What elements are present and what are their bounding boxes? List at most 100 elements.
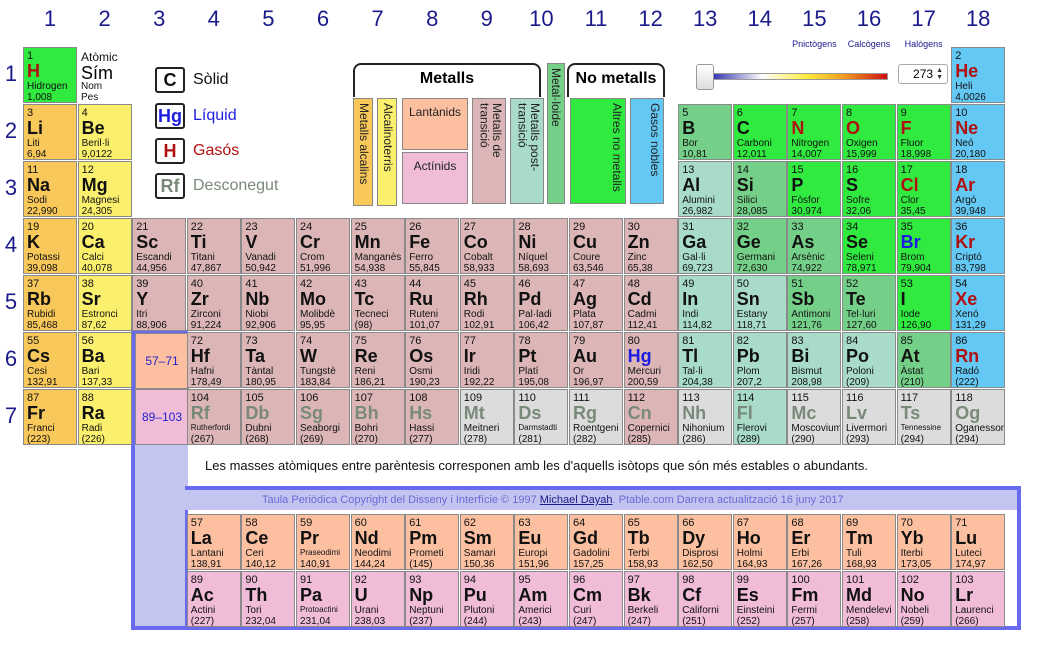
element-er[interactable]: 68 Er Erbi 167,26	[787, 514, 842, 570]
element-tb[interactable]: 65 Tb Terbi 158,93	[623, 514, 678, 570]
element-db[interactable]: 105 Db Dubni (268)	[241, 389, 296, 445]
element-nb[interactable]: 41 Nb Niobi 92,906	[241, 275, 296, 331]
group-number-13[interactable]: 13	[678, 6, 732, 32]
element-nd[interactable]: 60 Nd Neodimi 144,24	[350, 514, 405, 570]
element-fr[interactable]: 87 Fr Franci (223)	[23, 389, 77, 445]
actinide-placeholder[interactable]: 89–103	[135, 389, 189, 445]
category-metalloid[interactable]: Metal·loide	[547, 63, 565, 204]
category-lanthanides[interactable]: Lantànids	[402, 98, 468, 150]
category-transition[interactable]: Metalls de transició	[472, 98, 506, 204]
group-number-8[interactable]: 8	[405, 6, 459, 32]
element-mo[interactable]: 42 Mo Molibdè 95,95	[296, 275, 350, 331]
temperature-input[interactable]: 273 ▲ ▼	[898, 64, 948, 84]
element-kr[interactable]: 36 Kr Criptó 83,798	[951, 218, 1006, 274]
element-pt[interactable]: 78 Pt Platí 195,08	[514, 332, 569, 388]
category-post-transition[interactable]: Metalls post-transició	[510, 98, 544, 204]
element-p[interactable]: 15 P Fòsfor 30,974	[787, 161, 842, 217]
element-sc[interactable]: 21 Sc Escandi 44,956	[132, 218, 187, 274]
element-ge[interactable]: 32 Ge Germani 72,630	[732, 218, 787, 274]
element-ne[interactable]: 10 Ne Neó 20,180	[951, 104, 1006, 160]
legend-gas[interactable]: H Gasós	[155, 138, 239, 164]
element-ni[interactable]: 28 Ni Níquel 58,693	[514, 218, 569, 274]
group-subtitle-15[interactable]: Pnictògens	[784, 39, 844, 49]
element-yb[interactable]: 70 Yb Iterbi 173,05	[896, 514, 951, 570]
period-number-2[interactable]: 2	[2, 118, 20, 144]
element-eu[interactable]: 63 Eu Europi 151,96	[514, 514, 569, 570]
element-be[interactable]: 4 Be Beril·li 9,0122	[77, 104, 132, 160]
category-alkali[interactable]: Metalls alcalins	[353, 98, 373, 206]
period-number-5[interactable]: 5	[2, 289, 20, 315]
element-he[interactable]: 2 He Heli 4,0026	[951, 47, 1006, 103]
element-y[interactable]: 39 Y Itri 88,906	[132, 275, 187, 331]
element-i[interactable]: 53 I Iode 126,90	[896, 275, 951, 331]
element-ga[interactable]: 31 Ga Gal·li 69,723	[678, 218, 733, 274]
element-hs[interactable]: 108 Hs Hassi (277)	[405, 389, 460, 445]
element-md[interactable]: 101 Md Mendelevi (258)	[842, 571, 896, 627]
element-fe[interactable]: 26 Fe Ferro 55,845	[405, 218, 460, 274]
element-cd[interactable]: 48 Cd Cadmi 112,41	[623, 275, 678, 331]
period-number-1[interactable]: 1	[2, 61, 20, 87]
element-s[interactable]: 16 S Sofre 32,06	[842, 161, 896, 217]
element-ti[interactable]: 22 Ti Titani 47,867	[186, 218, 241, 274]
element-v[interactable]: 23 V Vanadi 50,942	[241, 218, 296, 274]
group-subtitle-16[interactable]: Calcògens	[839, 39, 899, 49]
temperature-slider-handle[interactable]	[696, 64, 714, 90]
element-dy[interactable]: 66 Dy Disprosi 162,50	[678, 514, 733, 570]
element-ru[interactable]: 44 Ru Ruteni 101,07	[405, 275, 460, 331]
element-li[interactable]: 3 Li Liti 6,94	[23, 104, 77, 160]
element-au[interactable]: 79 Au Or 196,97	[569, 332, 623, 388]
element-lr[interactable]: 103 Lr Laurenci (266)	[951, 571, 1006, 627]
element-os[interactable]: 76 Os Osmi 190,23	[405, 332, 460, 388]
period-number-7[interactable]: 7	[2, 403, 20, 429]
element-w[interactable]: 74 W Tungstè 183,84	[296, 332, 350, 388]
category-other-nonmetals[interactable]: Altres no metalls	[570, 98, 626, 204]
element-ag[interactable]: 47 Ag Plata 107,87	[569, 275, 623, 331]
legend-unknown[interactable]: Rf Desconegut	[155, 173, 278, 199]
element-nh[interactable]: 113 Nh Nihonium (286)	[678, 389, 733, 445]
element-cm[interactable]: 96 Cm Curi (247)	[569, 571, 623, 627]
element-si[interactable]: 14 Si Silici 28,085	[732, 161, 787, 217]
group-number-6[interactable]: 6	[296, 6, 350, 32]
element-ca[interactable]: 20 Ca Calci 40,078	[77, 218, 132, 274]
spinner-arrows-icon[interactable]: ▲ ▼	[936, 67, 943, 81]
element-rb[interactable]: 37 Rb Rubidi 85,468	[23, 275, 77, 331]
group-number-7[interactable]: 7	[351, 6, 405, 32]
group-number-2[interactable]: 2	[78, 6, 132, 32]
legend-solid[interactable]: C Sòlid	[155, 67, 229, 93]
group-number-1[interactable]: 1	[23, 6, 77, 32]
element-o[interactable]: 8 O Oxigen 15,999	[842, 104, 896, 160]
element-te[interactable]: 52 Te Tel·luri 127,60	[842, 275, 896, 331]
element-ar[interactable]: 18 Ar Argó 39,948	[951, 161, 1006, 217]
element-hf[interactable]: 72 Hf Hafni 178,49	[186, 332, 241, 388]
element-re[interactable]: 75 Re Reni 186,21	[350, 332, 405, 388]
element-as[interactable]: 33 As Arsènic 74,922	[787, 218, 842, 274]
element-rh[interactable]: 45 Rh Rodi 102,91	[459, 275, 514, 331]
group-number-9[interactable]: 9	[460, 6, 514, 32]
element-zr[interactable]: 40 Zr Zirconi 91,224	[186, 275, 241, 331]
element-zn[interactable]: 30 Zn Zinc 65,38	[623, 218, 678, 274]
element-tm[interactable]: 69 Tm Tuli 168,93	[842, 514, 896, 570]
element-mg[interactable]: 12 Mg Magnesi 24,305	[77, 161, 132, 217]
element-in[interactable]: 49 In Indi 114,82	[678, 275, 733, 331]
element-at[interactable]: 85 At Àstat (210)	[896, 332, 951, 388]
category-noble-gases[interactable]: Gasos nobles	[630, 98, 664, 204]
element-fm[interactable]: 100 Fm Fermi (257)	[787, 571, 842, 627]
element-cl[interactable]: 17 Cl Clor 35,45	[896, 161, 951, 217]
element-th[interactable]: 90 Th Tori 232,04	[241, 571, 296, 627]
element-sg[interactable]: 106 Sg Seaborgi (269)	[296, 389, 350, 445]
element-pb[interactable]: 82 Pb Plom 207,2	[732, 332, 787, 388]
element-mt[interactable]: 109 Mt Meitneri (278)	[459, 389, 514, 445]
element-og[interactable]: 118 Og Oganesson (294)	[951, 389, 1006, 445]
element-cs[interactable]: 55 Cs Cesi 132,91	[23, 332, 77, 388]
element-ds[interactable]: 110 Ds Darmstadti (281)	[514, 389, 569, 445]
element-h[interactable]: 1 H Hidrogen 1,008	[23, 47, 77, 103]
element-sn[interactable]: 50 Sn Estany 118,71	[732, 275, 787, 331]
element-pu[interactable]: 94 Pu Plutoni (244)	[459, 571, 514, 627]
element-bk[interactable]: 97 Bk Berkeli (247)	[623, 571, 678, 627]
element-cf[interactable]: 98 Cf Californi (251)	[678, 571, 733, 627]
element-c[interactable]: 6 C Carboni 12,011	[732, 104, 787, 160]
legend-liquid[interactable]: Hg Líquid	[155, 103, 237, 129]
category-actinides[interactable]: Actínids	[402, 152, 468, 204]
element-sb[interactable]: 51 Sb Antimoni 121,76	[787, 275, 842, 331]
element-na[interactable]: 11 Na Sodi 22,990	[23, 161, 77, 217]
